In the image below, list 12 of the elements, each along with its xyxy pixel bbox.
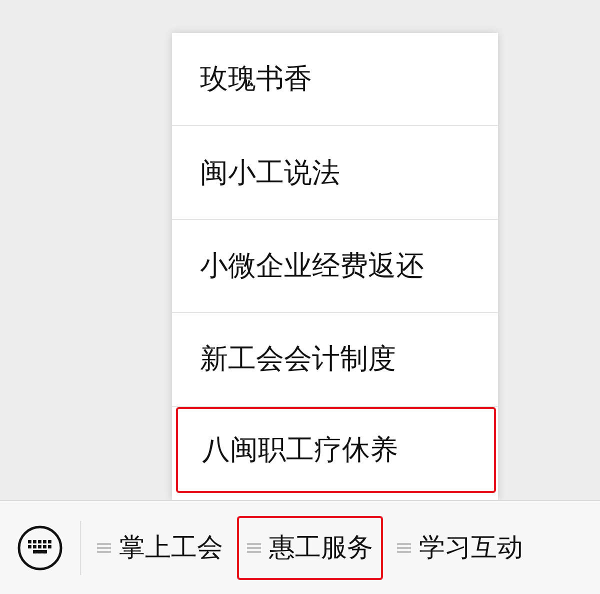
menu-tab[interactable]: 惠工服务 bbox=[237, 516, 383, 580]
submenu-item[interactable]: 小微企业经费返还 bbox=[172, 220, 498, 314]
keyboard-icon[interactable] bbox=[17, 524, 63, 570]
menu-tab[interactable]: 学习互动 bbox=[387, 516, 533, 580]
submenu-item[interactable]: 新工会会计制度 bbox=[172, 313, 498, 407]
submenu-item[interactable]: 闽小工说法 bbox=[172, 126, 498, 220]
menu-lines-icon bbox=[97, 540, 111, 554]
menu-lines-icon bbox=[247, 540, 261, 554]
submenu-item[interactable]: 八闽职工疗休养 bbox=[176, 406, 496, 493]
submenu-item[interactable]: 玫瑰书香 bbox=[172, 33, 498, 126]
menu-tab[interactable]: 掌上工会 bbox=[87, 516, 233, 580]
menu-lines-icon bbox=[397, 540, 411, 554]
